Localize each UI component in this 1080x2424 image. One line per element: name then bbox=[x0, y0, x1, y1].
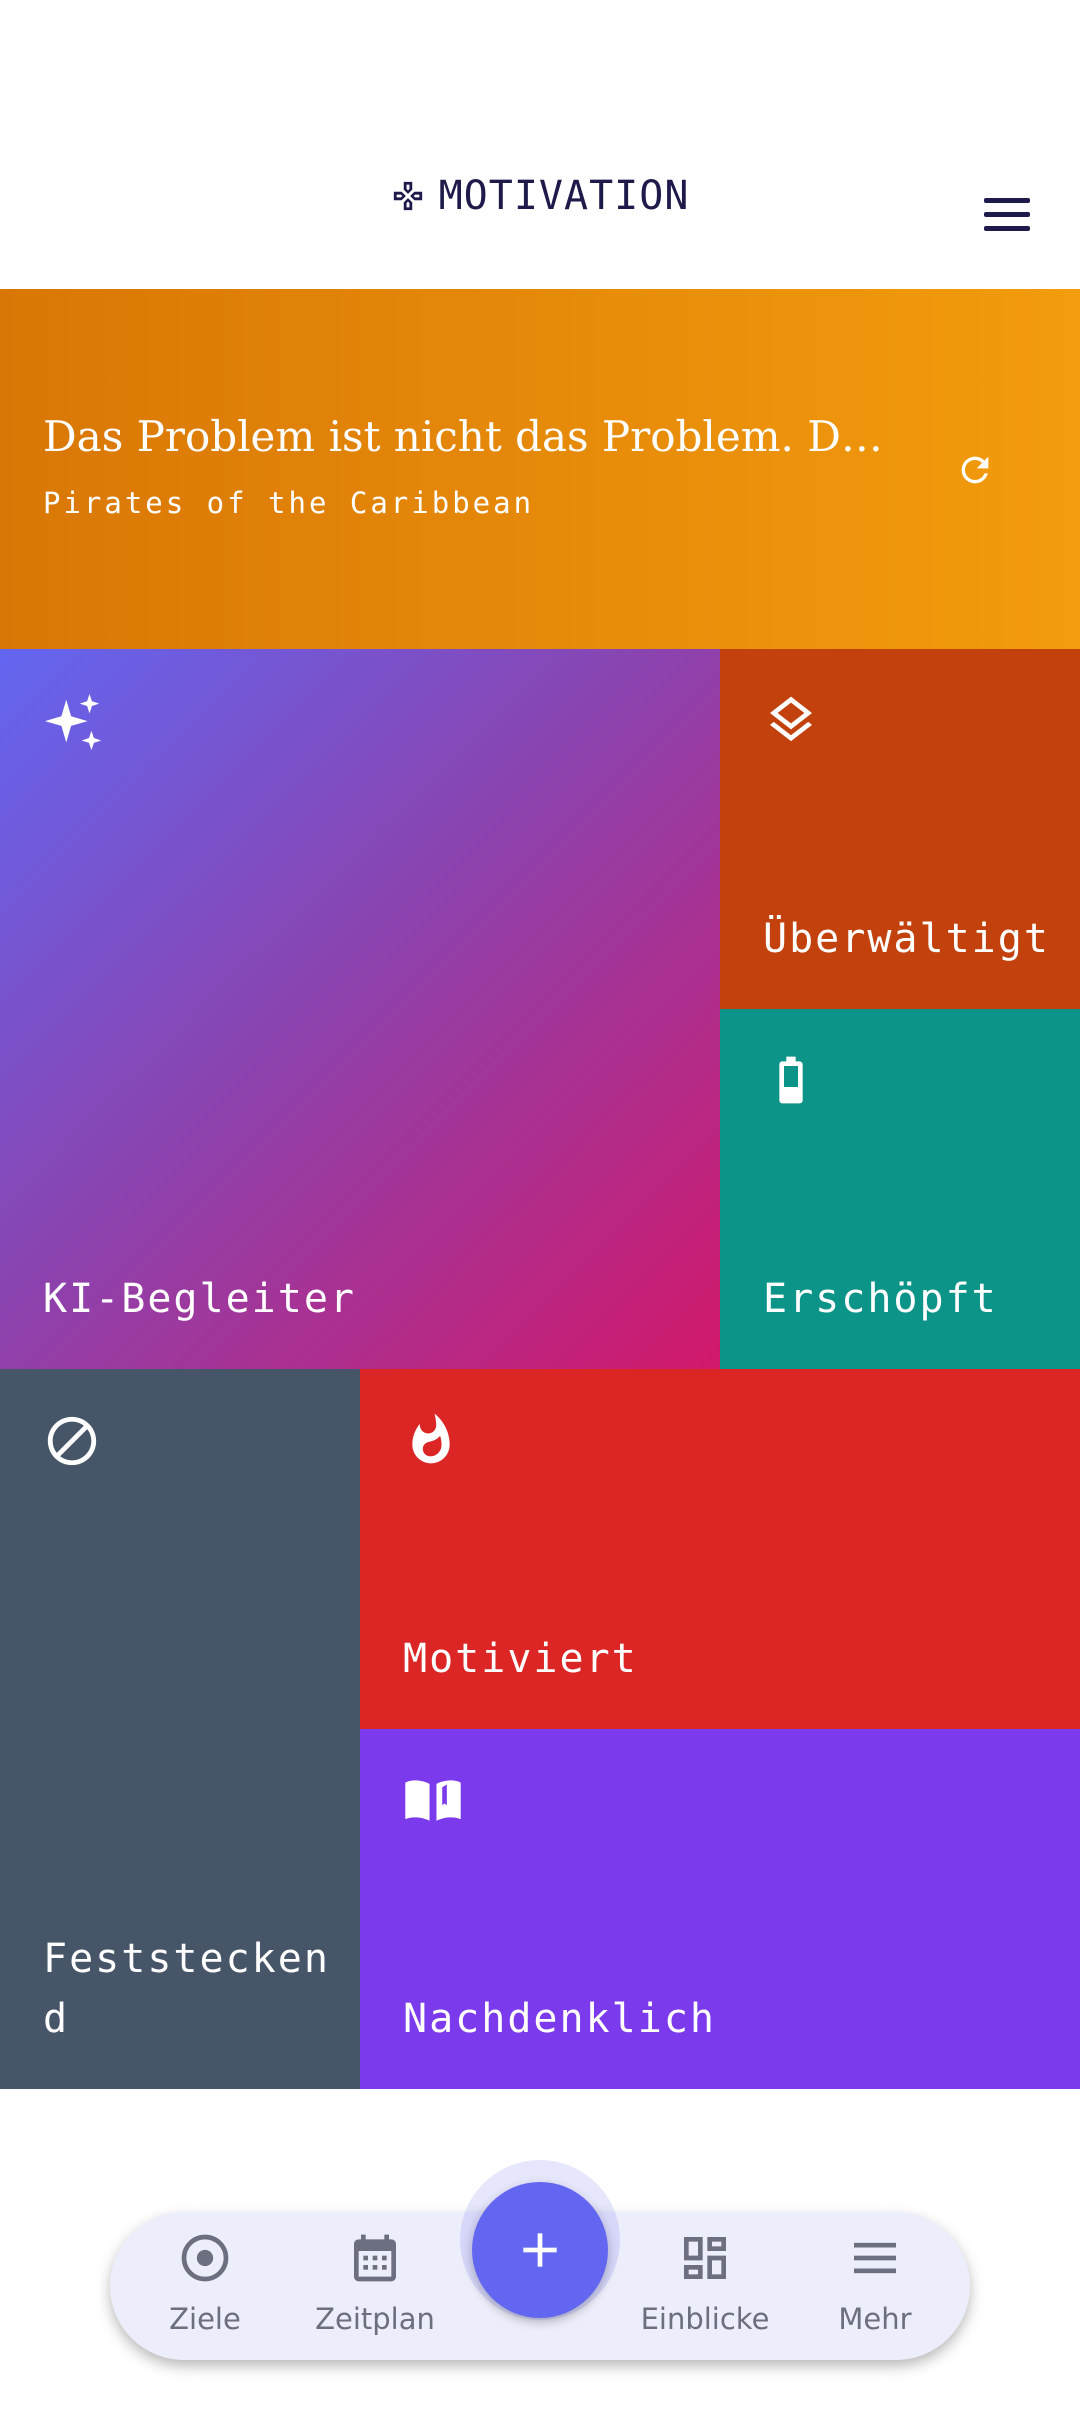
tile-label: Erschöpft bbox=[763, 1276, 998, 1322]
gamepad-icon bbox=[393, 181, 422, 211]
menu-icon bbox=[854, 2242, 896, 2274]
tile-label: Überwältigt bbox=[763, 916, 1050, 962]
tile-label: Nachdenklich bbox=[403, 1996, 716, 2042]
tile-label: Feststeckend bbox=[43, 1936, 330, 2042]
add-button[interactable] bbox=[472, 2182, 608, 2318]
battery-icon bbox=[779, 1056, 803, 1104]
nav-ziele[interactable]: Ziele bbox=[130, 2212, 280, 2360]
tile-label: KI-Begleiter bbox=[43, 1276, 356, 1322]
tile-nachdenklich[interactable]: Nachdenklich bbox=[360, 1729, 1080, 2089]
nav-zeitplan[interactable]: Zeitplan bbox=[300, 2212, 450, 2360]
tile-label: Motiviert bbox=[403, 1636, 638, 1682]
app-header: MOTIVATION bbox=[0, 0, 1080, 289]
nav-label: Mehr bbox=[838, 2302, 912, 2336]
target-icon bbox=[181, 2234, 229, 2282]
nav-mehr[interactable]: Mehr bbox=[800, 2212, 950, 2360]
tile-erschoepft[interactable]: Erschöpft bbox=[720, 1009, 1080, 1369]
nav-label: Einblicke bbox=[640, 2302, 770, 2336]
plus-icon bbox=[523, 2233, 557, 2267]
quote-card[interactable] bbox=[0, 289, 1080, 649]
block-icon bbox=[47, 1416, 97, 1466]
app-title: MOTIVATION bbox=[438, 173, 690, 219]
nav-label: Zeitplan bbox=[315, 2302, 435, 2336]
quote-source: Pirates of the Caribbean bbox=[43, 486, 535, 520]
flame-icon bbox=[412, 1413, 450, 1464]
refresh-icon[interactable] bbox=[955, 450, 995, 490]
dashboard-icon bbox=[684, 2237, 726, 2279]
sparkles-icon bbox=[44, 693, 102, 751]
tile-ki-begleiter[interactable]: KI-Begleiter bbox=[0, 649, 720, 1369]
tile-motiviert[interactable]: Motiviert bbox=[360, 1369, 1080, 1729]
tile-feststeckend[interactable]: Feststeckend bbox=[0, 1369, 360, 2089]
app-logo: MOTIVATION bbox=[0, 166, 1080, 226]
quote-text: Das Problem ist nicht das Problem. Das P… bbox=[43, 412, 903, 461]
tile-ueberwaeltigt[interactable]: Überwältigt bbox=[720, 649, 1080, 1009]
hamburger-menu-icon[interactable] bbox=[972, 190, 1038, 238]
nav-label: Ziele bbox=[169, 2302, 241, 2336]
nav-einblicke[interactable]: Einblicke bbox=[630, 2212, 780, 2360]
open-book-icon bbox=[405, 1780, 461, 1821]
layers-icon bbox=[770, 696, 812, 742]
calendar-icon bbox=[354, 2234, 396, 2282]
